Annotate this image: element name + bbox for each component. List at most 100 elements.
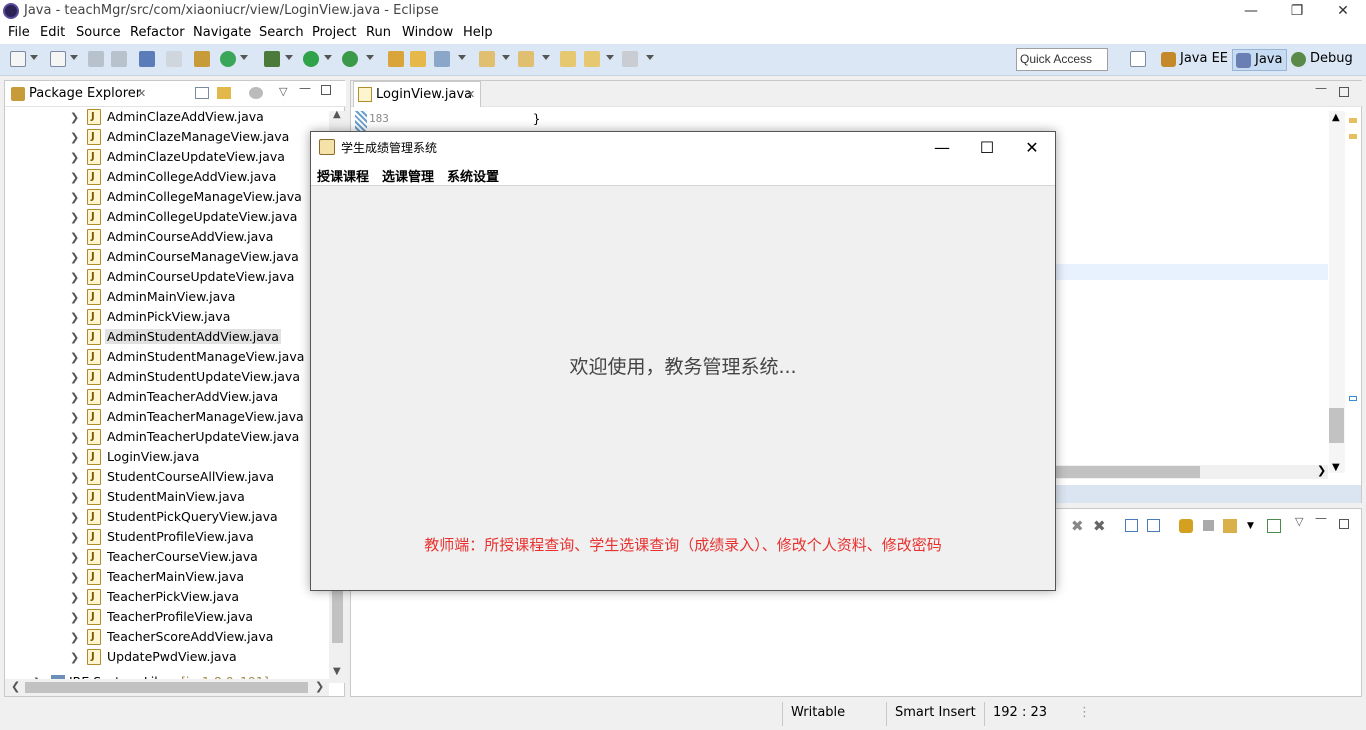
minimize-editor-icon[interactable]: —	[1315, 81, 1327, 95]
scroll-down-icon[interactable]: ▼	[333, 666, 341, 677]
expand-chevron-icon[interactable]: ❯	[70, 491, 79, 504]
last-edit-icon[interactable]	[560, 51, 576, 67]
menu-window[interactable]: Window	[402, 25, 453, 40]
tree-file-row[interactable]: ❯ AdminStudentAddView.java	[5, 327, 327, 347]
editor-tab-loginview[interactable]: LoginView.java ✕	[353, 81, 481, 107]
menu-course-selection[interactable]: 选课管理	[382, 166, 434, 185]
collapse-all-icon[interactable]	[195, 87, 209, 99]
run-dropdown-icon[interactable]	[324, 55, 332, 60]
tree-file-row[interactable]: ❯ AdminClazeManageView.java	[5, 127, 327, 147]
menu-teaching-courses[interactable]: 授课课程	[317, 166, 369, 185]
refresh-icon[interactable]	[220, 51, 236, 67]
menu-source[interactable]: Source	[76, 25, 121, 40]
ruler-marker[interactable]	[1349, 134, 1357, 139]
open-perspective-icon[interactable]	[1130, 51, 1146, 67]
external-tools-dropdown-icon[interactable]	[366, 55, 374, 60]
package-explorer-tab[interactable]: Package Explorer ✕ ▽ —	[5, 81, 346, 107]
editor-horizontal-scrollbar[interactable]: ❯	[1055, 464, 1328, 479]
perspective-java-ee[interactable]: Java EE	[1158, 49, 1232, 71]
expand-chevron-icon[interactable]: ❯	[70, 271, 79, 284]
expand-chevron-icon[interactable]: ❯	[70, 411, 79, 424]
expand-chevron-icon[interactable]: ❯	[70, 571, 79, 584]
expand-chevron-icon[interactable]: ❯	[70, 191, 79, 204]
tree-file-row[interactable]: ❯ TeacherMainView.java	[5, 567, 327, 587]
new-icon[interactable]	[10, 51, 26, 67]
expand-chevron-icon[interactable]: ❯	[70, 551, 79, 564]
expand-chevron-icon[interactable]: ❯	[70, 511, 79, 524]
new-project-icon[interactable]	[50, 51, 66, 67]
tree-file-row[interactable]: ❯ StudentCourseAllView.java	[5, 467, 327, 487]
pin-dropdown-icon[interactable]: ▼	[1247, 521, 1254, 531]
tree-file-row[interactable]: ❯ AdminMainView.java	[5, 287, 327, 307]
tree-file-row[interactable]: ❯ AdminClazeUpdateView.java	[5, 147, 327, 167]
tree-file-row[interactable]: ❯ AdminCollegeUpdateView.java	[5, 207, 327, 227]
run-icon[interactable]	[303, 51, 319, 67]
debug-icon[interactable]	[264, 51, 280, 67]
menu-file[interactable]: File	[8, 25, 30, 40]
app-maximize-button[interactable]: ☐	[964, 136, 1010, 160]
expand-chevron-icon[interactable]: ❯	[70, 131, 79, 144]
expand-chevron-icon[interactable]: ❯	[70, 611, 79, 624]
skip-breakpoints-icon[interactable]	[166, 51, 182, 67]
menu-run[interactable]: Run	[366, 25, 391, 40]
tree-file-row[interactable]: ❯ AdminCourseAddView.java	[5, 227, 327, 247]
minimize-view-icon[interactable]: —	[1315, 511, 1327, 525]
prev-annotation-dropdown-icon[interactable]	[542, 55, 550, 60]
expand-chevron-icon[interactable]: ❯	[70, 251, 79, 264]
console-icon[interactable]	[139, 51, 155, 67]
tree-file-row[interactable]: ❯ AdminCollegeAddView.java	[5, 167, 327, 187]
collapse-icon[interactable]	[1147, 519, 1160, 532]
tree-file-row[interactable]: ❯ AdminCourseUpdateView.java	[5, 267, 327, 287]
hscroll-thumb[interactable]	[25, 682, 308, 693]
tree-file-row[interactable]: ❯ LoginView.java	[5, 447, 327, 467]
tree-file-row[interactable]: ❯ AdminTeacherAddView.java	[5, 387, 327, 407]
tree-file-row[interactable]: ❯ AdminStudentManageView.java	[5, 347, 327, 367]
scroll-right-icon[interactable]: ❯	[1317, 464, 1326, 477]
scroll-up-icon[interactable]: ▲	[1332, 112, 1340, 123]
pin-icon[interactable]	[1223, 519, 1237, 533]
package-icon[interactable]	[194, 51, 210, 67]
back-icon[interactable]	[584, 51, 600, 67]
expand-chevron-icon[interactable]: ❯	[70, 651, 79, 664]
tree-file-row[interactable]: ❯ TeacherProfileView.java	[5, 607, 327, 627]
expand-chevron-icon[interactable]: ❯	[70, 231, 79, 244]
menu-edit[interactable]: Edit	[40, 25, 65, 40]
app-minimize-button[interactable]: —	[919, 136, 965, 160]
close-tab-icon[interactable]: ✕	[137, 87, 146, 100]
refresh-dropdown-icon[interactable]	[240, 55, 248, 60]
expand-icon[interactable]	[1125, 519, 1138, 532]
view-menu-icon[interactable]: ▽	[279, 85, 287, 98]
editor-vertical-scrollbar[interactable]: ▲ ▼	[1329, 111, 1345, 473]
expand-chevron-icon[interactable]: ❯	[70, 291, 79, 304]
scroll-thumb[interactable]	[332, 591, 343, 643]
pen-icon[interactable]	[434, 51, 450, 67]
expand-chevron-icon[interactable]: ❯	[70, 171, 79, 184]
scroll-left-icon[interactable]: ❮	[11, 680, 20, 693]
expand-chevron-icon[interactable]: ❯	[70, 451, 79, 464]
minimize-view-icon[interactable]: —	[299, 81, 311, 95]
ruler-marker[interactable]	[1349, 396, 1357, 401]
quick-access-input[interactable]: Quick Access	[1016, 48, 1108, 71]
tree-file-row[interactable]: ❯ AdminClazeAddView.java	[5, 107, 327, 127]
expand-chevron-icon[interactable]: ❯	[70, 151, 79, 164]
next-annotation-icon[interactable]	[479, 51, 495, 67]
tree-file-row[interactable]: ❯ AdminPickView.java	[5, 307, 327, 327]
close-button[interactable]: ✕	[1320, 0, 1366, 22]
new-project-dropdown-icon[interactable]	[70, 55, 78, 60]
forward-icon[interactable]	[622, 51, 638, 67]
expand-chevron-icon[interactable]: ❯	[70, 371, 79, 384]
open-folder-icon[interactable]	[410, 51, 426, 67]
remove-launch-icon[interactable]: ✖	[1071, 517, 1084, 535]
tree-file-row[interactable]: ❯ TeacherPickView.java	[5, 587, 327, 607]
expand-chevron-icon[interactable]: ❯	[70, 591, 79, 604]
tree-file-row[interactable]: ❯ TeacherCourseView.java	[5, 547, 327, 567]
external-tools-icon[interactable]	[342, 51, 358, 67]
terminate-icon[interactable]	[1203, 520, 1214, 531]
expand-chevron-icon[interactable]: ❯	[70, 111, 79, 124]
expand-chevron-icon[interactable]: ❯	[70, 531, 79, 544]
new-dropdown-icon[interactable]	[30, 55, 38, 60]
perspective-java[interactable]: Java	[1232, 49, 1288, 71]
remove-all-icon[interactable]: ✖	[1093, 517, 1106, 535]
tree-file-row[interactable]: ❯ AdminStudentUpdateView.java	[5, 367, 327, 387]
expand-chevron-icon[interactable]: ❯	[70, 471, 79, 484]
